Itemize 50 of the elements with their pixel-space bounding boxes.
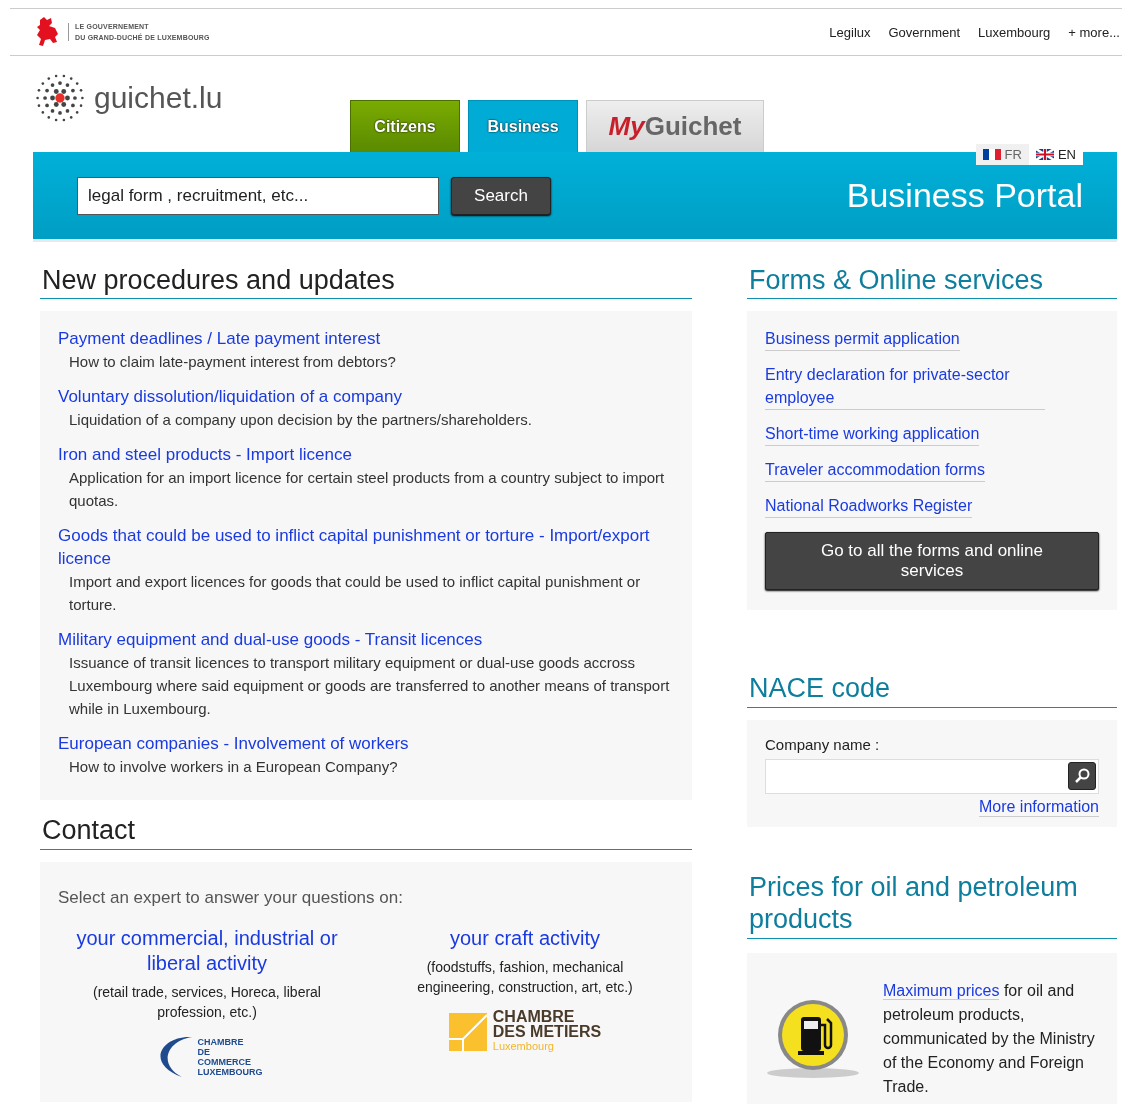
all-forms-button[interactable]: Go to all the forms and online services	[765, 532, 1099, 591]
expert-description: (foodstuffs, fashion, mechanical engineering, construction, art, etc.)	[416, 957, 634, 997]
top-link[interactable]: Legilux	[829, 24, 871, 40]
portal-title: Business Portal	[846, 176, 1083, 215]
procedure-link[interactable]: Iron and steel products - Import licence	[58, 443, 674, 467]
expert-link[interactable]: your craft activity	[449, 925, 600, 951]
search-icon[interactable]	[1068, 762, 1096, 791]
contact-intro: Select an expert to answer your questions on:	[58, 887, 404, 908]
section-heading: Forms & Online services	[747, 264, 1117, 300]
form-link[interactable]: Traveler accommodation forms	[765, 458, 985, 483]
form-link[interactable]: Short-time working application	[765, 422, 980, 447]
prices-text: Maximum prices for oil and petroleum products, communicated by the Ministry of the Economy and Foreign Trade.	[883, 980, 1096, 1097]
top-link[interactable]: Luxembourg	[978, 24, 1051, 40]
section-heading: Contact	[40, 814, 692, 850]
search-button[interactable]: Search	[451, 176, 551, 215]
procedure-link[interactable]: Goods that could be used to inflict capital punishment or torture - Import/export licence	[58, 524, 674, 571]
procedure-description: Issuance of transit licences to transport military equipment or dual-use goods accross Luxembourg where said equipment or goods are transferred to another means of transport while in Luxembourg.	[69, 653, 671, 720]
procedure-link[interactable]: Military equipment and dual-use goods - Transit licences	[58, 628, 674, 652]
field-label: Company name :	[765, 735, 881, 753]
procedure-link[interactable]: Payment deadlines / Late payment interest	[58, 327, 674, 351]
section-heading: New procedures and updates	[40, 264, 692, 300]
search-field[interactable]: legal form , recruitment, etc...	[77, 176, 439, 215]
portal-tab[interactable]: MyGuichet	[586, 100, 764, 152]
top-link[interactable]: + more...	[1068, 24, 1120, 40]
squares-logo-icon	[448, 1012, 487, 1051]
chamber-logo-text: CHAMBRE DE COMMERCE LUXEMBOURG	[197, 1036, 263, 1077]
top-link[interactable]: Government	[888, 24, 961, 40]
more-information-link[interactable]: More information	[978, 797, 1099, 817]
procedure-description: How to claim late-payment interest from debtors?	[69, 352, 397, 373]
form-link[interactable]: Entry declaration for private-sector employee	[765, 363, 1045, 411]
logo-text: guichet.lu	[94, 81, 223, 115]
section-heading: NACE code	[747, 672, 1117, 708]
maximum-prices-link[interactable]: Maximum prices	[883, 981, 1000, 1000]
form-link[interactable]: National Roadworks Register	[765, 494, 973, 519]
company-name-field[interactable]	[765, 758, 1099, 794]
language-link[interactable]: FR	[975, 144, 1029, 165]
procedure-description: How to involve workers in a European Company?	[69, 757, 399, 778]
procedure-description: Application for an import licence for certain steel products from a country subject to import quotas.	[69, 468, 666, 512]
form-link[interactable]: Business permit application	[765, 327, 960, 352]
procedure-description: Liquidation of a company upon decision by the partners/shareholders.	[69, 410, 533, 431]
flag-icon	[982, 149, 1001, 160]
expert-description: (retail trade, services, Horeca, liberal profession, etc.)	[92, 982, 322, 1022]
flag-icon	[1035, 149, 1054, 160]
expert-link[interactable]: your commercial, industrial or liberal activity	[72, 925, 342, 976]
procedure-description: Import and export licences for goods that could be used to inflict capital punishment or torture.	[69, 572, 642, 616]
procedure-link[interactable]: European companies - Involvement of workers	[58, 732, 674, 756]
section-heading: Prices for oil and petroleum products	[747, 870, 1117, 939]
procedure-link[interactable]: Voluntary dissolution/liquidation of a company	[58, 385, 674, 409]
chamber-logo-text: CHAMBRE DES METIERS Luxembourg	[492, 1009, 602, 1055]
lion-icon	[34, 16, 60, 48]
